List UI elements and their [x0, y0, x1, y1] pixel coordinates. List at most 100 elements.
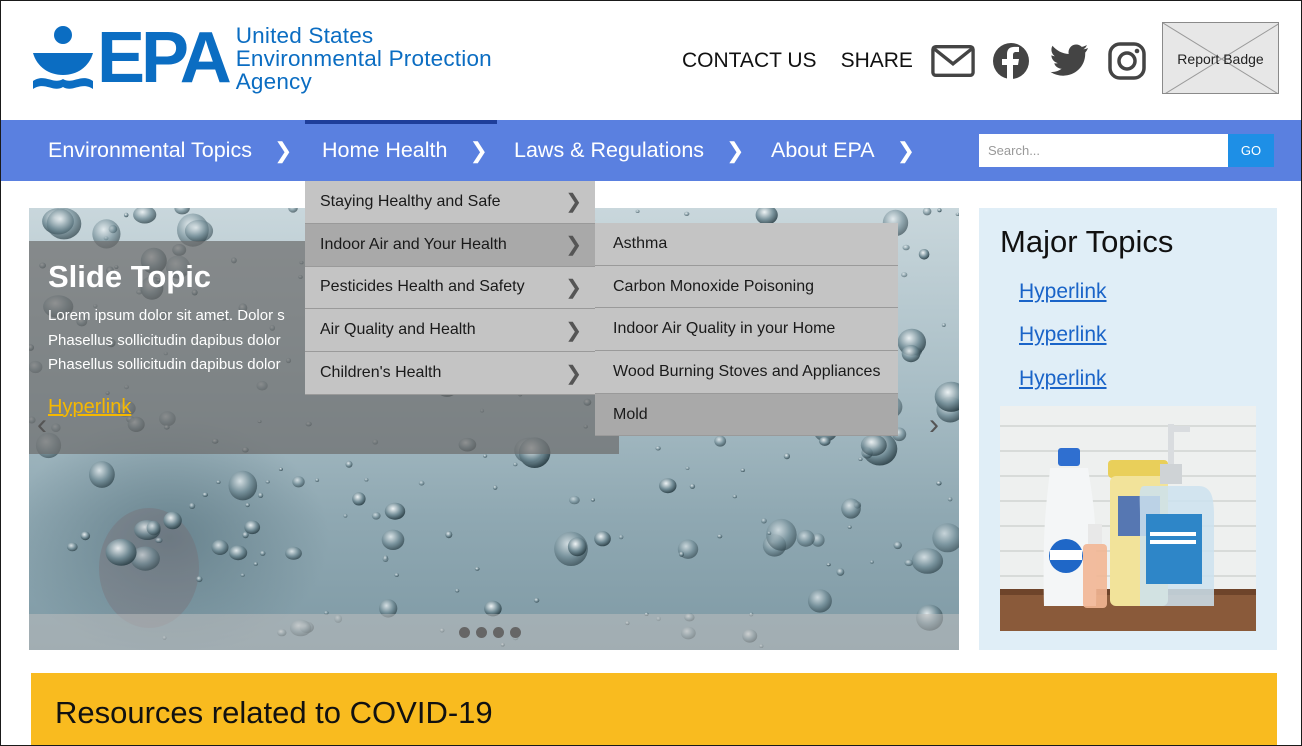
raindrop — [655, 446, 661, 451]
submenu-item-mold[interactable]: Mold — [595, 393, 898, 437]
search-go-button[interactable]: GO — [1228, 134, 1274, 167]
nav-item-label: About EPA — [771, 138, 875, 162]
raindrop — [240, 573, 245, 577]
raindrop — [315, 478, 320, 482]
chevron-right-icon: ❯ — [896, 137, 916, 163]
raindrop — [941, 323, 946, 327]
submenu-item-wood-burning-stoves[interactable]: Wood Burning Stoves and Appliances — [595, 351, 898, 394]
submenu-item-carbon-monoxide[interactable]: Carbon Monoxide Poisoning — [595, 265, 898, 309]
facebook-icon[interactable] — [989, 39, 1033, 83]
raindrop — [767, 531, 772, 535]
report-badge[interactable]: Report Badge — [1162, 22, 1279, 94]
raindrop — [345, 460, 353, 468]
carousel-dot[interactable] — [459, 627, 470, 638]
raindrop — [783, 453, 791, 460]
dropdown-item-label: Children's Health — [320, 364, 442, 382]
contact-us-link[interactable]: CONTACT US — [682, 49, 817, 73]
epa-wordmark: EPA — [97, 18, 232, 98]
slide-hyperlink[interactable]: Hyperlink — [48, 396, 131, 419]
agency-name-line1: United States — [235, 22, 374, 48]
dropdown-item-label: Pesticides Health and Safety — [320, 278, 525, 296]
raindrop — [288, 208, 298, 213]
raindrop — [89, 461, 115, 488]
raindrop — [826, 563, 831, 567]
raindrop — [761, 518, 767, 524]
covid-resources-banner[interactable]: Resources related to COVID-19 — [31, 673, 1277, 745]
major-topics-title: Major Topics — [1000, 224, 1174, 259]
submenu-item-asthma[interactable]: Asthma — [595, 223, 898, 266]
major-topics-link[interactable]: Hyperlink — [1019, 367, 1107, 391]
social-links — [931, 39, 1149, 83]
nav-item-environmental-topics[interactable]: Environmental Topics ❯ — [48, 120, 292, 181]
raindrop — [513, 462, 518, 467]
raindrop — [937, 208, 942, 213]
raindrop — [567, 537, 587, 557]
nav-item-laws-regulations[interactable]: Laws & Regulations ❯ — [514, 120, 744, 181]
raindrop — [635, 209, 640, 213]
main-nav: Environmental Topics ❯ Home Health ❯ Law… — [1, 120, 1301, 181]
raindrop — [278, 467, 283, 471]
dropdown-item-pesticides[interactable]: Pesticides Health and Safety ❯ — [305, 266, 595, 310]
carousel-prev-arrow-icon[interactable]: ‹ — [37, 408, 47, 442]
raindrop — [807, 589, 832, 613]
nav-item-about-epa[interactable]: About EPA ❯ — [771, 120, 915, 181]
raindrop — [80, 531, 91, 541]
raindrop — [258, 492, 264, 498]
raindrop — [228, 470, 258, 501]
raindrop — [196, 576, 203, 583]
dropdown-item-label: Air Quality and Health — [320, 321, 476, 339]
raindrop — [174, 208, 190, 215]
raindrop — [869, 560, 874, 564]
agency-name-line2: Environmental Protection — [235, 45, 492, 71]
raindrop — [216, 480, 221, 484]
raindrop — [184, 219, 214, 243]
raindrop — [684, 211, 690, 216]
major-topics-link[interactable]: Hyperlink — [1019, 280, 1107, 304]
search-input[interactable]: Search... — [979, 134, 1228, 167]
carousel-dot[interactable] — [476, 627, 487, 638]
raindrop — [105, 538, 137, 566]
chevron-right-icon: ❯ — [565, 276, 582, 299]
major-topics-link[interactable]: Hyperlink — [1019, 323, 1107, 347]
raindrop — [493, 485, 498, 490]
dropdown-item-childrens-health[interactable]: Children's Health ❯ — [305, 352, 595, 395]
raindrop — [902, 244, 910, 251]
raindrop — [732, 494, 737, 499]
epa-flower-icon — [33, 26, 93, 89]
raindrop — [717, 534, 723, 539]
epa-logo[interactable]: EPA United States Environmental Protecti… — [31, 18, 492, 98]
raindrop — [594, 531, 611, 547]
submenu-item-indoor-air-quality[interactable]: Indoor Air Quality in your Home — [595, 308, 898, 352]
raindrop — [202, 492, 208, 497]
mail-icon[interactable] — [931, 39, 975, 83]
raindrop — [533, 597, 540, 603]
raindrop — [922, 208, 932, 216]
nav-item-home-health[interactable]: Home Health ❯ — [305, 120, 497, 181]
raindrop — [569, 495, 580, 505]
instagram-icon[interactable] — [1105, 39, 1149, 83]
dropdown-item-indoor-air[interactable]: Indoor Air and Your Health ❯ — [305, 223, 595, 267]
raindrop — [858, 457, 863, 461]
chevron-right-icon: ❯ — [726, 137, 745, 163]
raindrop — [292, 476, 305, 488]
carousel-dot[interactable] — [510, 627, 521, 638]
carousel-next-arrow-icon[interactable]: › — [929, 408, 939, 442]
twitter-icon[interactable] — [1047, 39, 1091, 83]
raindrop — [189, 502, 196, 509]
raindrop — [841, 498, 861, 519]
raindrop — [689, 483, 696, 489]
page-frame: EPA United States Environmental Protecti… — [0, 0, 1302, 746]
nav-item-label: Laws & Regulations — [514, 138, 705, 162]
dropdown-item-staying-healthy[interactable]: Staying Healthy and Safe ❯ — [305, 181, 595, 224]
raindrop — [46, 208, 82, 240]
raindrop — [133, 208, 157, 224]
raindrop — [590, 498, 596, 502]
carousel-dot[interactable] — [493, 627, 504, 638]
share-link[interactable]: SHARE — [841, 49, 913, 73]
raindrop — [474, 567, 480, 571]
dropdown-item-air-quality[interactable]: Air Quality and Health ❯ — [305, 309, 595, 353]
indoor-air-submenu: Asthma Carbon Monoxide Poisoning Indoor … — [595, 223, 898, 437]
raindrop — [679, 551, 684, 557]
raindrop — [384, 502, 406, 520]
nav-item-label: Home Health — [322, 138, 448, 162]
